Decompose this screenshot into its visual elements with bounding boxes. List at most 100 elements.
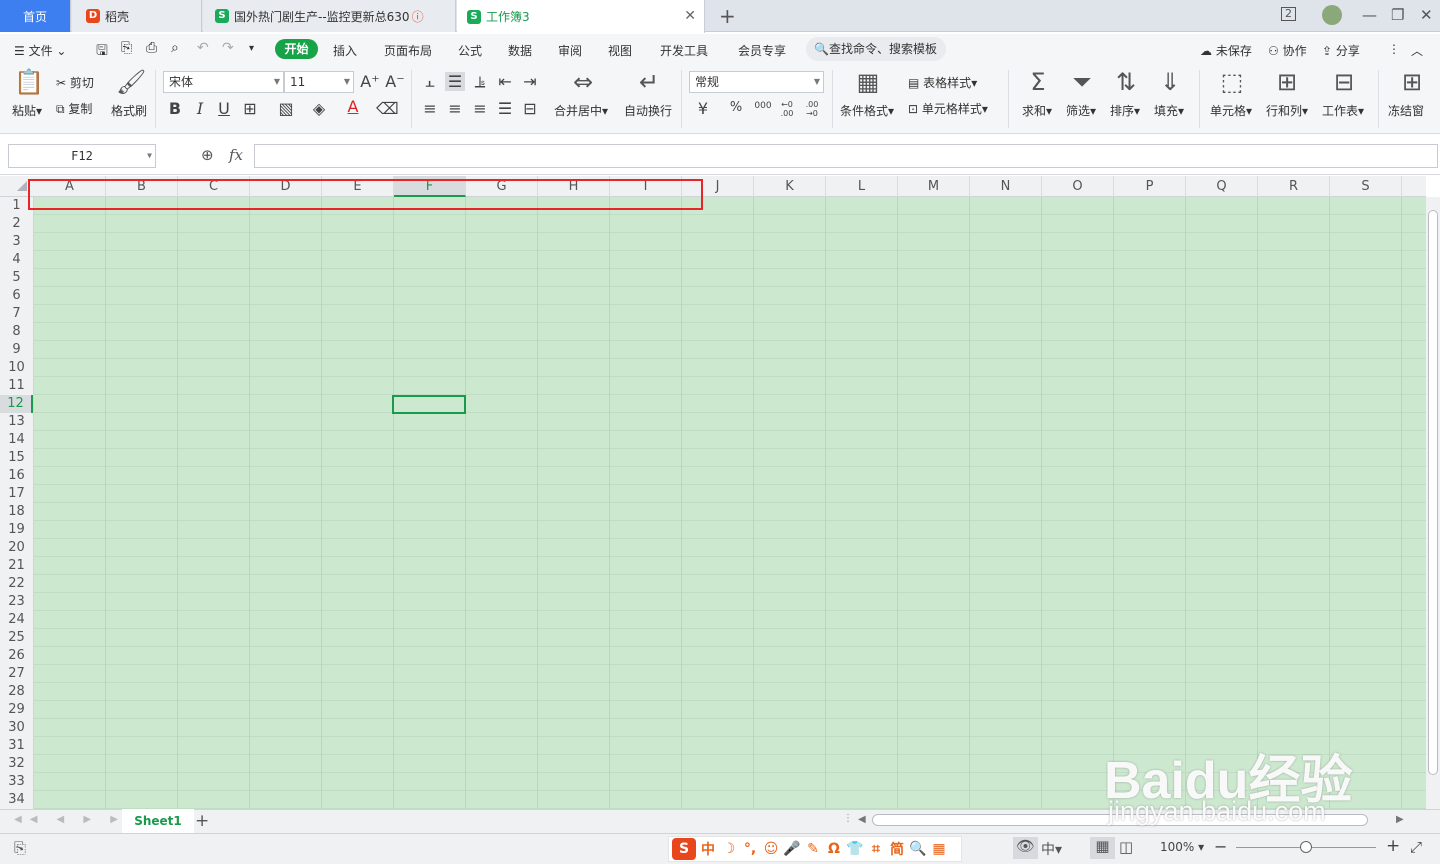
zoom-slider-thumb[interactable] <box>1300 841 1312 853</box>
tab-formulas[interactable]: 公式 <box>458 42 482 59</box>
quick-access-dropdown-icon[interactable]: ▾ <box>249 43 254 54</box>
chinese-mode-icon[interactable]: 中 <box>699 839 717 859</box>
macro-record-icon[interactable]: ⎘ <box>14 839 26 857</box>
column-header-l[interactable]: L <box>826 176 898 197</box>
selected-cell[interactable] <box>392 395 466 414</box>
clear-format-icon[interactable]: ⌫ <box>376 99 399 118</box>
row-header-13[interactable]: 13 <box>0 413 33 431</box>
column-header-m[interactable]: M <box>898 176 970 197</box>
align-top-icon[interactable]: ⫠ <box>420 72 440 92</box>
worksheet-button[interactable]: 工作表▾ <box>1322 102 1364 119</box>
zoom-search-icon[interactable]: ⊕ <box>201 146 214 164</box>
align-center-icon[interactable]: ≡ <box>445 99 465 118</box>
filter-button[interactable]: 筛选▾ <box>1066 102 1096 119</box>
print-icon[interactable]: ⎙ <box>146 40 157 56</box>
pen-icon[interactable]: ✎ <box>804 841 822 857</box>
cell-style-button[interactable]: ⊡ 单元格样式▾ <box>908 100 988 117</box>
row-header-9[interactable]: 9 <box>0 341 33 359</box>
merge-center-button[interactable]: 合并居中▾ <box>554 102 608 119</box>
paste-icon[interactable]: 📋 <box>14 68 44 96</box>
grid-menu-icon[interactable]: ▦ <box>930 841 948 857</box>
sum-icon[interactable]: Σ <box>1025 68 1051 96</box>
sort-icon[interactable]: ⇅ <box>1113 68 1139 96</box>
column-header-p[interactable]: P <box>1114 176 1186 197</box>
freeze-button[interactable]: 冻结窗 <box>1388 102 1424 119</box>
window-count-badge[interactable]: 2 <box>1281 7 1296 21</box>
fill-pattern-icon[interactable]: ▧ <box>276 99 296 118</box>
font-name-select[interactable]: 宋体 ▼ <box>163 71 284 93</box>
minimize-button[interactable]: — <box>1362 6 1377 24</box>
conditional-format-button[interactable]: 条件格式▾ <box>840 102 894 119</box>
row-header-31[interactable]: 31 <box>0 737 33 755</box>
avatar[interactable] <box>1322 5 1342 25</box>
row-header-10[interactable]: 10 <box>0 359 33 377</box>
cell-area[interactable] <box>34 197 1426 809</box>
microphone-icon[interactable]: 🎤 <box>783 841 801 857</box>
currency-icon[interactable]: ¥ <box>693 99 713 118</box>
column-header-n[interactable]: N <box>970 176 1042 197</box>
row-header-6[interactable]: 6 <box>0 287 33 305</box>
number-format-select[interactable]: 常规 ▼ <box>689 71 824 93</box>
format-painter-icon[interactable]: 🖌 <box>116 68 146 96</box>
collaborate-button[interactable]: ⚇ 协作 <box>1268 42 1307 59</box>
select-all-icon[interactable] <box>17 181 27 191</box>
command-search[interactable]: 🔍查找命令、搜索模板 <box>806 37 946 61</box>
worksheet-icon[interactable]: ⊟ <box>1330 68 1358 96</box>
cell-icon[interactable]: ⬚ <box>1218 68 1246 96</box>
row-header-7[interactable]: 7 <box>0 305 33 323</box>
align-right-icon[interactable]: ≡ <box>470 99 490 118</box>
page-break-view-icon[interactable]: ◫ <box>1119 838 1133 856</box>
justify-icon[interactable]: ☰ <box>495 99 515 118</box>
row-header-16[interactable]: 16 <box>0 467 33 485</box>
row-header-24[interactable]: 24 <box>0 611 33 629</box>
close-window-button[interactable]: ✕ <box>1420 6 1433 24</box>
border-icon[interactable]: ⊞ <box>240 99 260 118</box>
conditional-format-icon[interactable]: ▦ <box>853 68 883 96</box>
row-header-18[interactable]: 18 <box>0 503 33 521</box>
increase-decimal-icon[interactable]: ←0 .00 <box>776 100 798 118</box>
decrease-decimal-icon[interactable]: .00 →0 <box>801 100 823 118</box>
add-sheet-button[interactable]: + <box>195 811 209 831</box>
format-painter-button[interactable]: 格式刷 <box>111 102 147 119</box>
row-header-23[interactable]: 23 <box>0 593 33 611</box>
input-language-icon[interactable]: 中▾ <box>1041 839 1062 859</box>
undo-icon[interactable]: ↶ <box>197 40 209 56</box>
row-header-20[interactable]: 20 <box>0 539 33 557</box>
crop-icon[interactable]: ⌗ <box>867 841 885 857</box>
tab-workbook-active[interactable]: S 工作簿3 ✕ <box>457 0 705 33</box>
row-header-34[interactable]: 34 <box>0 791 33 809</box>
formula-input[interactable] <box>254 144 1438 168</box>
row-header-33[interactable]: 33 <box>0 773 33 791</box>
fill-color-icon[interactable]: ◈ <box>309 99 329 118</box>
row-col-button[interactable]: 行和列▾ <box>1266 102 1308 119</box>
tab-start[interactable]: 开始 <box>275 39 318 59</box>
align-middle-icon[interactable]: ☰ <box>445 72 465 91</box>
align-bottom-icon[interactable]: ⫡ <box>470 72 490 92</box>
tab-insert[interactable]: 插入 <box>333 42 357 59</box>
restore-button[interactable]: ❐ <box>1391 6 1404 24</box>
export-icon[interactable]: ⎘ <box>121 40 132 56</box>
row-header-19[interactable]: 19 <box>0 521 33 539</box>
name-box[interactable]: F12 ▼ <box>8 144 156 168</box>
indent-icon[interactable]: ⇥ <box>520 72 540 91</box>
row-header-12[interactable]: 12 <box>0 395 33 413</box>
unsaved-status[interactable]: ☁ 未保存 <box>1200 42 1252 59</box>
print-preview-icon[interactable]: ⌕ <box>171 40 179 56</box>
zoom-level[interactable]: 100% ▾ <box>1160 840 1204 854</box>
paste-button[interactable]: 粘贴▾ <box>12 102 42 119</box>
decrease-font-icon[interactable]: A⁻ <box>385 72 405 91</box>
row-header-29[interactable]: 29 <box>0 701 33 719</box>
tab-home[interactable]: 首页 <box>0 0 71 32</box>
thousands-separator-icon[interactable]: 000 <box>752 101 774 111</box>
increase-font-icon[interactable]: A⁺ <box>360 72 380 91</box>
zoom-out-button[interactable]: − <box>1214 837 1227 856</box>
row-header-17[interactable]: 17 <box>0 485 33 503</box>
row-header-11[interactable]: 11 <box>0 377 33 395</box>
filter-icon[interactable]: ⏷ <box>1069 68 1095 96</box>
row-header-25[interactable]: 25 <box>0 629 33 647</box>
tab-page-layout[interactable]: 页面布局 <box>384 42 432 59</box>
function-icon[interactable]: fx <box>229 146 243 164</box>
underline-icon[interactable]: U <box>214 99 234 118</box>
column-header-s[interactable]: S <box>1330 176 1402 197</box>
row-header-14[interactable]: 14 <box>0 431 33 449</box>
